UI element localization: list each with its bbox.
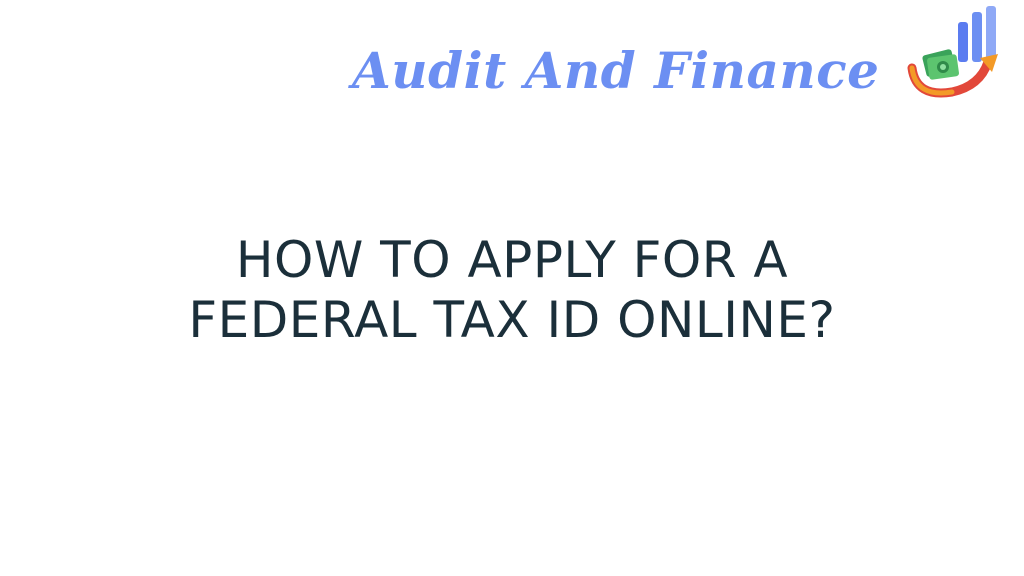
page-title-line-2: FEDERAL TAX ID ONLINE? xyxy=(188,290,836,349)
site-brand[interactable]: Audit And Finance xyxy=(352,6,1012,114)
money-growth-chart-icon xyxy=(907,6,998,98)
page: Audit And Finance HOW TO APPLY FOR A FED… xyxy=(0,0,1024,576)
page-title: HOW TO APPLY FOR A FEDERAL TAX ID ONLINE… xyxy=(0,230,1024,350)
page-title-line-1: HOW TO APPLY FOR A xyxy=(235,230,789,289)
brand-name: Audit And Finance xyxy=(352,41,880,100)
